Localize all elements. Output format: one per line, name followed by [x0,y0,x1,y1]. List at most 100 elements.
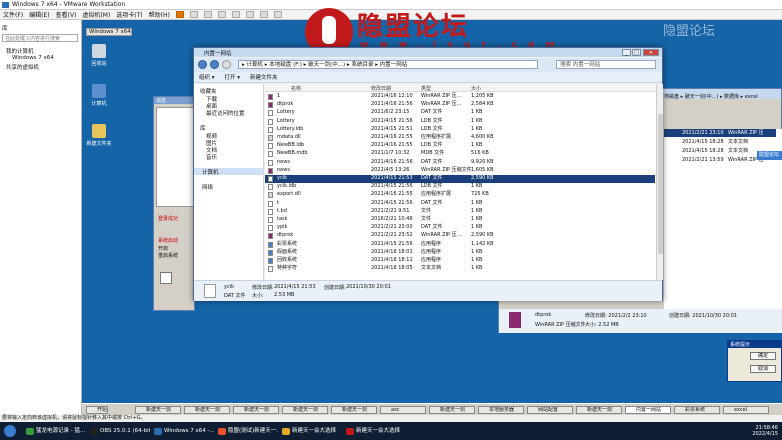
right-row[interactable]: 2021/4/15 18:28 文本文档 [664,138,776,146]
move-icon[interactable] [160,272,172,284]
vm-tab[interactable]: Windows 7 x64 [86,28,132,36]
guest-taskbar-button[interactable]: 新建天一剑 [233,406,279,414]
address-bar[interactable]: ▸ 计算机 ▸ 本地磁盘 (F:) ▸ 破天一剑(中...) ▸ 系统目录 ▸ … [238,60,538,69]
file-row[interactable]: 特种字符 2021/4/16 18:05 文本文档 1 KB [265,265,655,273]
guest-taskbar-button[interactable]: 本地服务器 [478,406,524,414]
file-row[interactable]: 回收系统 2021/4/16 18:11 应用程序 1 KB [265,257,655,265]
dialog-ok-button[interactable]: 确定 [750,352,776,360]
checkbox-open[interactable]: 开启 [158,245,168,252]
menu-vm[interactable]: 虚拟机(M) [82,10,110,19]
file-row[interactable]: Lottery 2021/4/15 21:56 LDB 文件 1 KB [265,118,655,126]
file-row[interactable]: mdata.dll 2021/4/16 21:55 应用程序扩展 4,600 KB [265,134,655,142]
full-screen-icon[interactable] [245,11,254,18]
library-node-my-computer[interactable]: 我的计算机 [6,47,34,55]
search-input[interactable]: 搜索 内置一网站 [556,60,656,69]
file-row[interactable]: Lottery.ldb 2021/4/15 21:51 LDB 文件 1 KB [265,126,655,134]
file-row[interactable]: ycik 2021/4/15 21:53 DAT 文件 2,590 KB [265,175,655,183]
guest-taskbar-button[interactable]: 新建天一剑 [282,406,328,414]
file-row[interactable]: ypik 2021/2/21 23:00 DAT 文件 1 KB [265,224,655,232]
col-size[interactable]: 大小 [471,85,481,92]
menu-edit[interactable]: 编辑(E) [29,10,49,19]
scroll-thumb[interactable] [658,114,663,254]
background-message-window[interactable]: 消息 登录成功 系统启动 开启 重启系统 [153,96,195,311]
col-date[interactable]: 修改日期 [371,85,391,92]
host-taskbar-button[interactable]: Windows 7 x64 -... [152,426,214,437]
menu-file[interactable]: 文件(F) [3,10,23,19]
vertical-scrollbar[interactable] [656,84,663,280]
host-taskbar-button[interactable]: 隐盟(测试)新建天一... [216,426,278,437]
library-node-shared[interactable]: 共享的虚拟机 [6,63,39,71]
right-row-selected[interactable]: 2021/2/21 23:10 WinRAR ZIP 压 [664,129,776,137]
menu-help[interactable]: 帮助(H) [149,10,170,19]
new-folder-button[interactable]: 新建文件夹 [250,73,278,81]
file-row[interactable]: dtprok 2021/2/21 23:52 WinRAR ZIP 压... 2,59… [265,232,655,240]
minimize-button[interactable]: _ [622,49,631,56]
file-row[interactable]: 彩票系统 2021/4/15 21:56 应用程序 1,142 KB [265,241,655,249]
nav-favorites[interactable]: 收藏夹 [200,87,217,95]
file-row[interactable]: NewBB.ldb 2021/4/16 21:55 LDB 文件 1 KB [265,142,655,150]
guest-taskbar-button[interactable]: 新建天一剑 [576,406,622,414]
desktop-icon-recycle-bin[interactable]: 回收站 [84,44,114,67]
guest-taskbar-button[interactable]: excel [723,406,769,414]
desktop-icon-folder[interactable]: 新建文件夹 [84,124,114,147]
library-node-vm[interactable]: Windows 7 x64 [12,55,54,61]
file-row[interactable]: t 2021/4/15 21:56 DAT 文件 1 KB [265,200,655,208]
guest-taskbar-button[interactable]: 网站配置 [527,406,573,414]
guest-taskbar-button[interactable]: 新建天一剑 [184,406,230,414]
host-taskbar-button[interactable]: 新建天一会大选择 [344,426,406,437]
file-row[interactable]: export.dll 2021/4/16 21:55 应用程序扩展 725 KB [265,191,655,199]
menu-tabs[interactable]: 选项卡(T) [116,10,142,19]
snapshot-manager-icon[interactable] [231,11,240,18]
file-row[interactable]: 1 2021/4/16 12:10 WinRAR ZIP 压... 1,205 KB [265,93,655,101]
file-row[interactable]: NewBB.mdb 2021/1/7 10:32 MDB 文件 516 KB [265,150,655,158]
send-ctrl-alt-del-icon[interactable] [189,11,198,18]
nav-network[interactable]: 网络 [202,183,213,191]
host-clock[interactable]: 21:58:46 2022/4/15 [752,425,778,437]
file-row[interactable]: 假面系统 2021/4/16 18:01 应用程序 1 KB [265,249,655,257]
library-search-input[interactable]: 在此处键入内容进行搜索 [2,34,78,42]
refresh-icon[interactable] [222,60,231,69]
close-button[interactable]: ✕ [643,49,659,56]
guest-taskbar-button[interactable]: 内置一网站 [625,406,671,414]
forward-icon[interactable] [210,60,219,69]
file-row[interactable]: task 2016/2/21 10:46 文件 1 KB [265,216,655,224]
back-icon[interactable] [198,60,207,69]
checkbox-restart[interactable]: 重启系统 [158,252,178,259]
file-row[interactable]: t.bd 2021/2/21 9:51 文件 1 KB [265,208,655,216]
nav-recent[interactable]: 最近访问的位置 [206,109,245,117]
nav-music[interactable]: 音乐 [206,153,217,161]
file-row[interactable]: news 2021/4/16 21:56 DAT 文件 9,920 KB [265,159,655,167]
file-row[interactable]: ycik.ldb 2021/4/15 21:56 LDB 文件 1 KB [265,183,655,191]
guest-taskbar-button[interactable]: 新建天一剑 [429,406,475,414]
host-taskbar-button[interactable]: 猛龙电源记录 - 猛... [24,426,86,437]
explorer-window[interactable]: 内置一网站 _ □ ✕ ▸ 计算机 ▸ 本地磁盘 (F:) ▸ 破天一剑(中..… [193,47,663,301]
guest-taskbar-button[interactable]: 新建天一剑 [135,406,181,414]
host-taskbar-button[interactable]: OBS 25.0.1 (64-bit... [88,426,150,437]
dialog-cancel-button[interactable]: 取消 [750,365,776,373]
nav-libraries[interactable]: 库 [200,124,206,132]
maximize-button[interactable]: □ [632,49,641,56]
nav-computer[interactable]: 计算机 [194,168,263,176]
right-address-bar[interactable]: 本地磁盘 ▸ 破天一剑(中...) ▸ 数据库 ▸ excel [659,93,758,100]
guest-taskbar-button[interactable]: asc [380,406,426,414]
open-button[interactable]: 打开 ▾ [225,73,241,81]
guest-taskbar-button[interactable]: 彩票系统 [674,406,720,414]
desktop-icon-computer[interactable]: 计算机 [84,84,114,107]
col-type[interactable]: 类型 [421,85,431,92]
unity-icon[interactable] [259,11,268,18]
start-button[interactable]: 开始 [86,406,108,414]
prompt-dialog[interactable]: 系统提示 确定 取消 [727,340,782,382]
console-view-icon[interactable] [273,11,282,18]
pause-icon[interactable] [175,11,184,18]
revert-snapshot-icon[interactable] [217,11,226,18]
col-name[interactable]: 名称 [291,85,301,92]
file-row[interactable]: news 2022/4/5 13:26 WinRAR ZIP 压缩文件 1,605 K… [265,167,655,175]
host-taskbar-button[interactable]: 新建天一会大选择 [280,426,342,437]
explorer-title-bar[interactable]: 内置一网站 _ □ ✕ [194,48,662,57]
guest-taskbar-button[interactable]: 新建天一剑 [331,406,377,414]
snapshot-icon[interactable] [203,11,212,18]
file-row[interactable]: Lottery 2021/6/2 23:15 DAT 文件 1 KB [265,109,655,117]
organize-button[interactable]: 组织 ▾ [199,73,215,81]
menu-view[interactable]: 查看(V) [56,10,77,19]
file-row[interactable]: dtprok 2021/4/16 21:56 WinRAR ZIP 压... 2,58… [265,101,655,109]
